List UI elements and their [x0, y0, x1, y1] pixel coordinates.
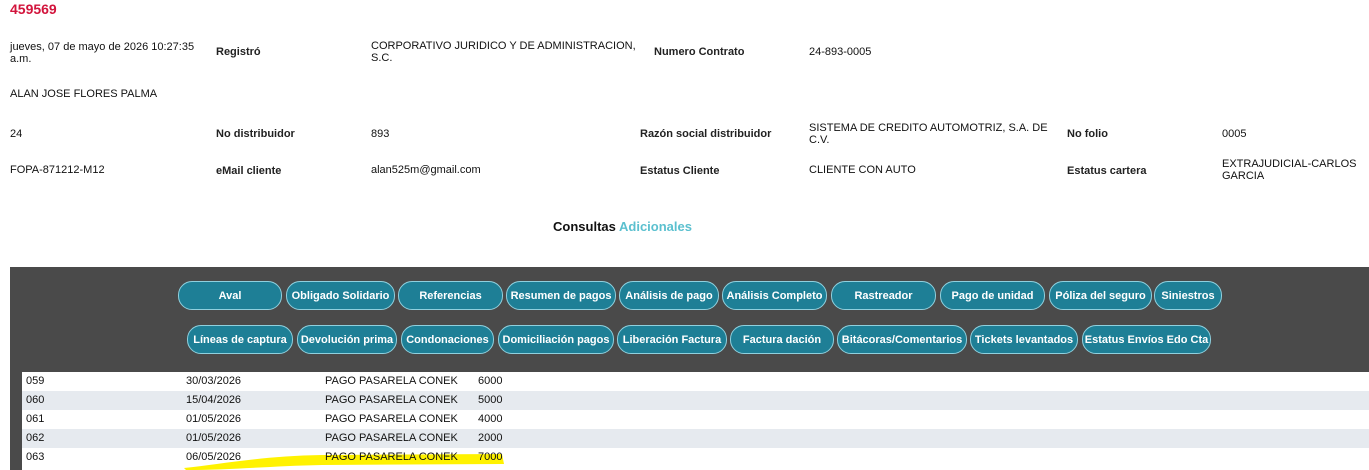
bitacoras-comentarios-button[interactable]: Bitácoras/Comentarios: [837, 325, 967, 354]
payment-date: 06/05/2026: [186, 451, 242, 463]
cliente-rfc: FOPA-871212-M12: [10, 164, 105, 176]
table-row: 060 15/04/2026 PAGO PASARELA CONEK 5000: [22, 391, 1369, 410]
obligado-solidario-button[interactable]: Obligado Solidario: [286, 281, 395, 310]
estatus-envios-edo-cta-button[interactable]: Estatus Envíos Edo Cta: [1082, 325, 1211, 354]
referencias-button[interactable]: Referencias: [398, 281, 503, 310]
payment-concept: PAGO PASARELA CONEK: [325, 451, 458, 463]
payment-amount: 7000: [478, 451, 503, 463]
table-row: 059 30/03/2026 PAGO PASARELA CONEK 6000: [22, 372, 1369, 391]
payment-number: 059: [26, 375, 45, 387]
payment-amount: 2000: [478, 432, 503, 444]
contrato-value: 24-893-0005: [809, 46, 872, 58]
folio-label: No folio: [1067, 128, 1108, 140]
distribuidor-value: 893: [371, 128, 390, 140]
consultas-heading-part1: Consultas: [553, 219, 616, 234]
payment-date: 15/04/2026: [186, 394, 242, 406]
condonaciones-button[interactable]: Condonaciones: [401, 325, 494, 354]
registro-label: Registró: [216, 46, 261, 58]
registro-value: CORPORATIVO JURIDICO Y DE ADMINISTRACION…: [371, 40, 636, 64]
payment-date: 01/05/2026: [186, 432, 242, 444]
highlight-stroke: [184, 454, 504, 470]
payment-amount: 5000: [478, 394, 503, 406]
razon-social-value: SISTEMA DE CREDITO AUTOMOTRIZ, S.A. DE C…: [809, 122, 1048, 146]
rastreador-button[interactable]: Rastreador: [831, 281, 936, 310]
domiciliacion-pagos-button[interactable]: Domiciliación pagos: [498, 325, 614, 354]
siniestros-button[interactable]: Siniestros: [1154, 281, 1222, 310]
distribuidor-label: No distribuidor: [216, 128, 295, 140]
aval-button[interactable]: Aval: [178, 281, 282, 310]
liberacion-factura-button[interactable]: Liberación Factura: [617, 325, 727, 354]
razon-social-label: Razón social distribuidor: [640, 128, 772, 140]
payment-amount: 6000: [478, 375, 503, 387]
devolucion-prima-button[interactable]: Devolución prima: [297, 325, 397, 354]
record-number: 24: [10, 128, 23, 140]
payment-concept: PAGO PASARELA CONEK: [325, 432, 458, 444]
payment-date: 30/03/2026: [186, 375, 242, 387]
payment-date: 01/05/2026: [186, 413, 242, 425]
estatus-cliente-value: CLIENTE CON AUTO: [809, 164, 916, 176]
email-value: alan525m@gmail.com: [371, 164, 481, 176]
pago-unidad-button[interactable]: Pago de unidad: [940, 281, 1045, 310]
consultas-adicionales-heading: Consultas Adicionales: [0, 219, 1245, 234]
payment-number: 060: [26, 394, 45, 406]
payment-concept: PAGO PASARELA CONEK: [325, 394, 458, 406]
payment-number: 061: [26, 413, 45, 425]
analisis-completo-button[interactable]: Análisis Completo: [722, 281, 827, 310]
table-row: 062 01/05/2026 PAGO PASARELA CONEK 2000: [22, 429, 1369, 448]
tickets-levantados-button[interactable]: Tickets levantados: [970, 325, 1078, 354]
record-id: 459569: [10, 1, 57, 17]
table-row: 063 06/05/2026 PAGO PASARELA CONEK 7000: [22, 448, 1369, 470]
record-datetime: jueves, 07 de mayo de 2026 10:27:35 a.m.: [10, 41, 195, 65]
table-row: 061 01/05/2026 PAGO PASARELA CONEK 4000: [22, 410, 1369, 429]
estatus-cliente-label: Estatus Cliente: [640, 165, 720, 177]
poliza-seguro-button[interactable]: Póliza del seguro: [1049, 281, 1152, 310]
lineas-captura-button[interactable]: Líneas de captura: [187, 325, 293, 354]
cliente-nombre: ALAN JOSE FLORES PALMA: [10, 88, 158, 100]
email-label: eMail cliente: [216, 165, 282, 177]
payment-concept: PAGO PASARELA CONEK: [325, 375, 458, 387]
payment-concept: PAGO PASARELA CONEK: [325, 413, 458, 425]
analisis-pago-button[interactable]: Análisis de pago: [619, 281, 719, 310]
contrato-label: Numero Contrato: [654, 46, 745, 58]
factura-dacion-button[interactable]: Factura dación: [730, 325, 834, 354]
folio-value: 0005: [1222, 128, 1247, 140]
estatus-cartera-label: Estatus cartera: [1067, 165, 1147, 177]
resumen-pagos-button[interactable]: Resumen de pagos: [506, 281, 616, 310]
consultas-heading-part2: Adicionales: [619, 219, 692, 234]
payments-table: 059 30/03/2026 PAGO PASARELA CONEK 6000 …: [22, 372, 1369, 470]
payment-number: 062: [26, 432, 45, 444]
payment-number: 063: [26, 451, 45, 463]
estatus-cartera-value: EXTRAJUDICIAL-CARLOS GARCIA: [1222, 158, 1357, 182]
payment-amount: 4000: [478, 413, 503, 425]
